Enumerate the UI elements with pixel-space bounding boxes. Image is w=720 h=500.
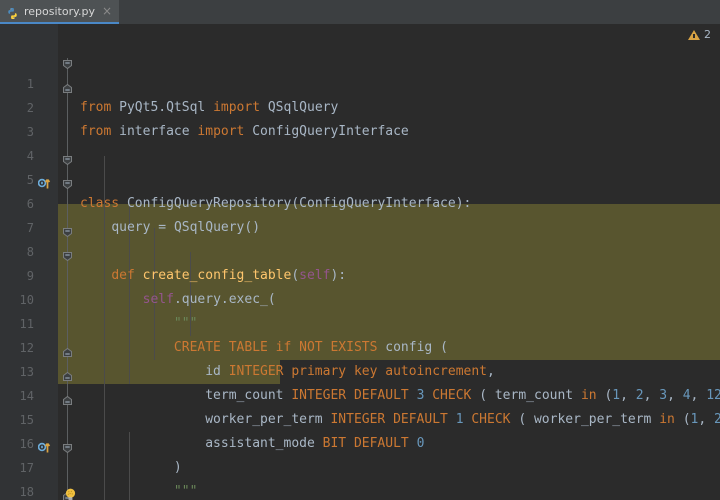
code-line[interactable]: 2 from interface import ConfigQueryInter… <box>0 72 720 139</box>
warning-count: 2 <box>704 28 711 41</box>
code-line[interactable]: 18 ) <box>0 456 720 499</box>
code-line[interactable]: 8 def create_config_table(self): <box>0 216 720 283</box>
tab-repository-py[interactable]: repository.py × <box>0 0 120 24</box>
python-file-icon <box>6 5 19 19</box>
code-line[interactable]: 16 ) <box>0 408 720 475</box>
code-line[interactable]: 14 worker_per_term INTEGER DEFAULT 1 CHE… <box>0 360 720 427</box>
inspection-widget[interactable]: 2 <box>688 28 711 41</box>
code-line[interactable]: 12 id INTEGER primary key autoincrement, <box>0 312 720 379</box>
code-line[interactable]: 9 self.query.exec_( <box>0 240 720 307</box>
code-line[interactable]: 13 term_count INTEGER DEFAULT 3 CHECK ( … <box>0 336 720 403</box>
close-icon[interactable]: × <box>102 5 112 17</box>
editor-tab-bar: repository.py × <box>0 0 720 24</box>
code-line[interactable]: 15 assistant_mode BIT DEFAULT 0 <box>0 384 720 451</box>
code-line[interactable]: 7 <box>0 192 720 235</box>
warning-triangle-icon <box>688 29 700 40</box>
code-line[interactable]: 1 from PyQt5.QtSql import QSqlQuery <box>0 48 720 115</box>
ide-window: repository.py × 2 1 from PyQt5.QtSql imp… <box>0 0 720 500</box>
code-line[interactable]: 5 class ConfigQueryRepository(ConfigQuer… <box>0 144 720 211</box>
code-line[interactable]: 6 query = QSqlQuery() <box>0 168 720 235</box>
code-line[interactable]: 11 CREATE TABLE if NOT EXISTS config ( <box>0 288 720 355</box>
code-line[interactable]: 10 """ <box>0 264 720 331</box>
code-line[interactable]: 3 <box>0 96 720 139</box>
code-line[interactable]: 17 """ <box>0 432 720 499</box>
tab-label: repository.py <box>24 4 96 18</box>
code-line[interactable]: 19 <box>0 480 720 500</box>
tab-bar-empty-space <box>119 0 720 24</box>
code-editor[interactable]: 1 from PyQt5.QtSql import QSqlQuery 2 fr… <box>0 24 720 500</box>
code-line[interactable]: 4 <box>0 120 720 163</box>
